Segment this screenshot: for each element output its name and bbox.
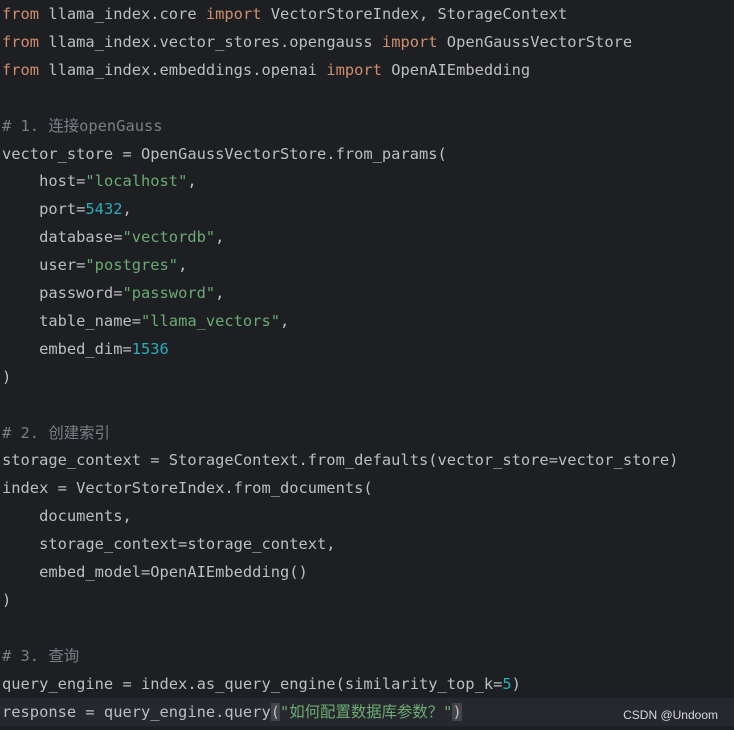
code-token: VectorStoreIndex, StorageContext bbox=[261, 5, 568, 23]
code-line[interactable]: password="password", bbox=[2, 279, 224, 307]
code-token: llama_index.embeddings.openai bbox=[39, 60, 327, 79]
code-line[interactable]: from llama_index.core import VectorStore… bbox=[2, 0, 567, 28]
code-token: llama_index.core bbox=[39, 5, 206, 23]
code-line[interactable]: index = VectorStoreIndex.from_documents( bbox=[2, 474, 373, 502]
code-token: embed_model=OpenAIEmbedding() bbox=[2, 563, 308, 581]
code-token: , bbox=[122, 200, 132, 219]
code-line[interactable]: # 3. 查询 bbox=[2, 642, 79, 670]
code-line[interactable]: embed_dim=1536 bbox=[2, 335, 169, 363]
code-token: database= bbox=[2, 228, 123, 247]
code-token: from bbox=[2, 5, 40, 23]
code-line[interactable]: storage_context = StorageContext.from_de… bbox=[2, 446, 678, 474]
code-line[interactable]: query_engine = index.as_query_engine(sim… bbox=[2, 670, 521, 698]
matched-paren: ) bbox=[452, 702, 462, 721]
code-line[interactable]: host="localhost", bbox=[2, 167, 197, 195]
code-token: ) bbox=[2, 590, 12, 609]
code-token: # 2. 创建索引 bbox=[2, 423, 110, 442]
code-token: OpenGaussVectorStore bbox=[437, 32, 633, 51]
code-token: from bbox=[2, 32, 40, 51]
code-token: , bbox=[178, 256, 188, 275]
code-token: "localhost" bbox=[85, 172, 188, 191]
code-token: llama_index.vector_stores.opengauss bbox=[39, 32, 382, 51]
code-token: table_name= bbox=[2, 311, 141, 330]
code-line[interactable]: port=5432, bbox=[2, 195, 132, 223]
code-token: , bbox=[187, 172, 197, 191]
code-line[interactable]: storage_context=storage_context, bbox=[2, 530, 336, 558]
code-token: embed_dim= bbox=[2, 339, 132, 358]
code-token: "postgres" bbox=[85, 256, 179, 275]
code-token: , bbox=[215, 228, 225, 247]
code-token: ) bbox=[511, 674, 521, 693]
code-token: password= bbox=[2, 284, 123, 302]
code-token: import bbox=[205, 5, 262, 23]
code-token: import bbox=[381, 32, 438, 51]
code-token: documents, bbox=[2, 507, 132, 526]
code-line[interactable]: user="postgres", bbox=[2, 251, 187, 279]
code-token: "vectordb" bbox=[122, 228, 216, 247]
code-line[interactable]: table_name="llama_vectors", bbox=[2, 307, 289, 335]
code-token: port= bbox=[2, 200, 86, 219]
code-token: "如何配置数据库参数？" bbox=[280, 702, 453, 721]
code-line[interactable]: ) bbox=[2, 586, 11, 614]
code-token: import bbox=[326, 60, 382, 79]
matched-paren: ( bbox=[270, 702, 280, 721]
code-token: ) bbox=[2, 367, 12, 386]
code-line[interactable]: # 2. 创建索引 bbox=[2, 419, 110, 447]
code-token: storage_context = StorageContext.from_de… bbox=[2, 451, 679, 470]
code-line[interactable]: from llama_index.vector_stores.opengauss… bbox=[2, 28, 632, 56]
code-line[interactable]: vector_store = OpenGaussVectorStore.from… bbox=[2, 140, 447, 168]
code-token: 5 bbox=[502, 674, 512, 693]
code-line[interactable]: embed_model=OpenAIEmbedding() bbox=[2, 558, 308, 586]
code-line[interactable]: database="vectordb", bbox=[2, 223, 224, 251]
code-token: 5432 bbox=[85, 200, 123, 219]
code-token: user= bbox=[2, 256, 86, 275]
code-token: index = VectorStoreIndex.from_documents( bbox=[2, 479, 373, 498]
code-token: , bbox=[280, 311, 290, 330]
code-token: , bbox=[215, 284, 225, 302]
code-token: from bbox=[2, 60, 40, 79]
code-token: 1536 bbox=[131, 339, 169, 358]
code-line[interactable]: from llama_index.embeddings.openai impor… bbox=[2, 56, 530, 84]
code-token: OpenAIEmbedding bbox=[381, 60, 531, 79]
code-line[interactable]: documents, bbox=[2, 502, 132, 530]
watermark: CSDN @Undoom bbox=[623, 708, 718, 722]
code-line[interactable]: # 1. 连接openGauss bbox=[2, 112, 163, 140]
code-editor[interactable]: from llama_index.core import VectorStore… bbox=[0, 0, 734, 730]
code-token: vector_store = OpenGaussVectorStore.from… bbox=[2, 144, 447, 163]
code-token: host= bbox=[2, 172, 86, 191]
code-token: # 3. 查询 bbox=[2, 646, 80, 665]
code-token: "llama_vectors" bbox=[141, 311, 280, 330]
code-token: storage_context=storage_context, bbox=[2, 535, 336, 554]
code-token: # 1. 连接openGauss bbox=[2, 116, 163, 135]
code-token: response = query_engine.query bbox=[2, 702, 271, 721]
code-token: query_engine = index.as_query_engine(sim… bbox=[2, 674, 503, 693]
code-line[interactable]: ) bbox=[2, 363, 11, 391]
code-token: "password" bbox=[122, 284, 216, 302]
